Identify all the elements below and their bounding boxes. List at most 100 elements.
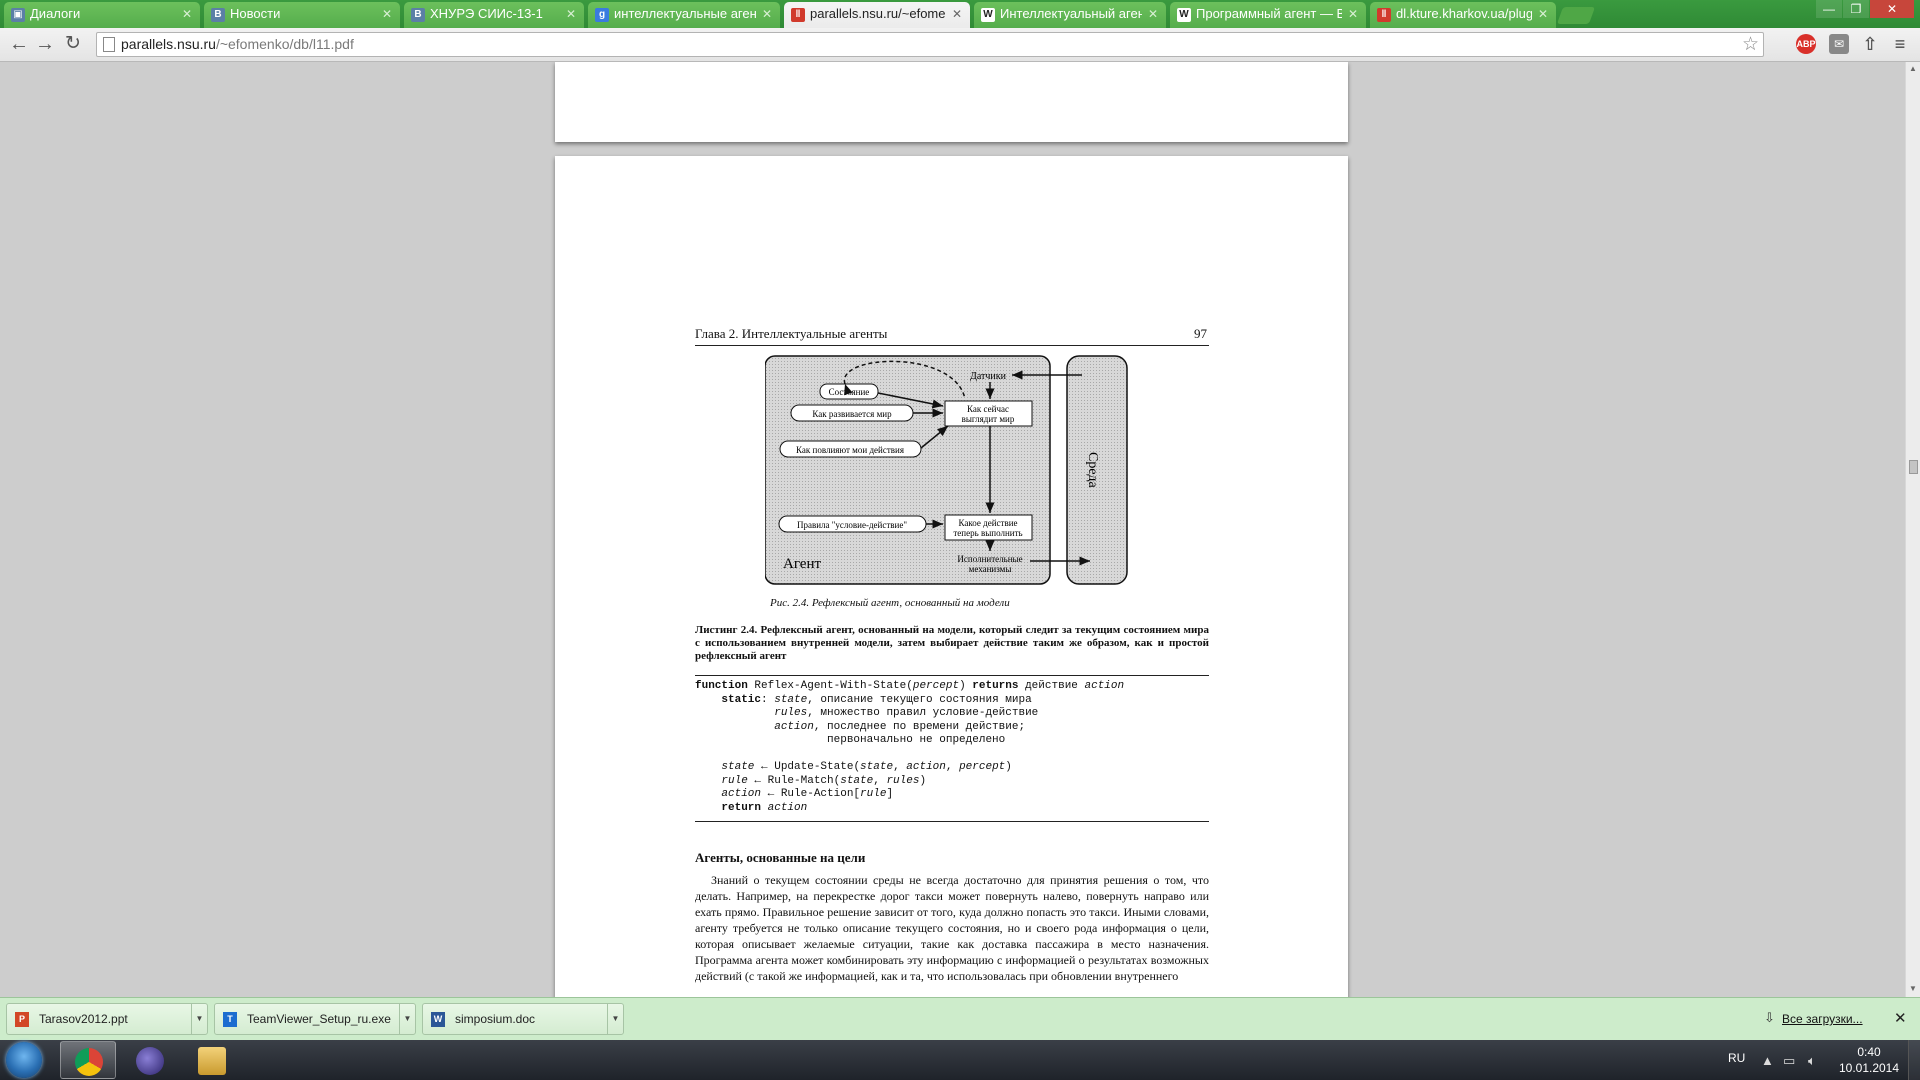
show-all-downloads-link[interactable]: Все загрузки...: [1782, 1012, 1863, 1026]
download-filename: simposium.doc: [455, 1012, 536, 1026]
forward-icon[interactable]: →: [34, 33, 56, 55]
show-desktop-button[interactable]: [1908, 1040, 1920, 1080]
page-number: 97: [1194, 326, 1207, 341]
tab-wiki-program-agent[interactable]: W Программный агент — В ✕: [1170, 2, 1366, 28]
environment-label: Среда: [1085, 452, 1100, 488]
download-filename: TeamViewer_Setup_ru.exe: [247, 1012, 391, 1026]
tab-close-icon[interactable]: ✕: [182, 2, 192, 26]
code-token: ): [919, 774, 927, 787]
back-icon[interactable]: ←: [8, 33, 30, 55]
code-line: первоначально не определено: [695, 734, 1209, 748]
vk-icon: ▣: [11, 8, 25, 22]
code-token: ,: [893, 761, 907, 773]
scroll-down-icon[interactable]: ▼: [1909, 984, 1917, 993]
adblock-icon[interactable]: ABP: [1796, 34, 1816, 54]
code-token: state: [721, 761, 755, 773]
scroll-up-icon[interactable]: ▲: [1909, 64, 1917, 73]
code-body: function Reflex-Agent-With-State(percept…: [695, 680, 1209, 815]
upload-extension-icon[interactable]: ⇧: [1860, 34, 1880, 54]
tab-close-icon[interactable]: ✕: [566, 2, 576, 26]
listing-title: Листинг 2.4. Рефлексный агент, основанны…: [695, 624, 1209, 662]
tab-close-icon[interactable]: ✕: [382, 2, 392, 26]
tab-wiki-agent[interactable]: W Интеллектуальный агент ✕: [974, 2, 1166, 28]
tab-close-icon[interactable]: ✕: [952, 2, 962, 26]
body-paragraph: Знаний о текущем состоянии среды не всег…: [695, 873, 1209, 983]
code-token: percept: [912, 680, 960, 692]
mail-checker-icon[interactable]: ✉: [1829, 34, 1849, 54]
actuators-label-2: механизмы: [969, 564, 1012, 574]
code-token: ← Rule-Action[: [761, 788, 861, 800]
chevron-down-icon[interactable]: ▼: [191, 1004, 207, 1034]
volume-icon[interactable]: 🔈︎: [1808, 1053, 1816, 1069]
code-token: static: [721, 693, 762, 706]
tab-news[interactable]: B Новости ✕: [204, 2, 400, 28]
chevron-down-icon[interactable]: ▼: [399, 1004, 415, 1034]
address-bar[interactable]: parallels.nsu.ru/~efomenko/db/l11.pdf ☆: [96, 32, 1764, 57]
tab-close-icon[interactable]: ✕: [1538, 2, 1548, 26]
code-token: return: [721, 801, 762, 814]
close-window-icon[interactable]: ✕: [1870, 0, 1914, 18]
world-evolves-label: Как развивается мир: [812, 409, 892, 419]
menu-icon[interactable]: ≡: [1890, 34, 1910, 54]
code-token: ,: [945, 761, 960, 773]
tab-close-icon[interactable]: ✕: [1148, 2, 1158, 26]
maximize-icon[interactable]: ❐: [1843, 0, 1869, 18]
minimize-icon[interactable]: —: [1816, 0, 1842, 18]
code-token: state: [774, 693, 808, 706]
language-indicator[interactable]: RU: [1728, 1051, 1745, 1065]
new-tab-button[interactable]: [1556, 7, 1596, 24]
tab-close-icon[interactable]: ✕: [1348, 2, 1358, 26]
browser-toolbar: ← → ↻ parallels.nsu.ru/~efomenko/db/l11.…: [0, 28, 1920, 62]
section-title: Агенты, основанные на цели: [695, 850, 866, 865]
window-controls: — ❐ ✕: [1815, 0, 1914, 20]
start-button[interactable]: [6, 1042, 42, 1078]
code-listing: function Reflex-Agent-With-State(percept…: [695, 675, 1209, 822]
doc-icon: W: [431, 1012, 445, 1027]
state-label: Состояние: [829, 387, 870, 397]
chevron-down-icon[interactable]: ▼: [607, 1004, 623, 1034]
code-token: rule: [721, 774, 748, 787]
tab-close-icon[interactable]: ✕: [762, 2, 772, 26]
wikipedia-icon: W: [1177, 8, 1191, 22]
vertical-scrollbar[interactable]: ▲ ▼: [1905, 62, 1920, 997]
bookmark-star-icon[interactable]: ☆: [1742, 33, 1759, 56]
url-host: parallels.nsu.ru: [121, 36, 216, 52]
clock[interactable]: 0:40 10.01.2014: [1836, 1044, 1902, 1076]
download-item[interactable]: W simposium.doc ▼: [422, 1003, 624, 1035]
clock-time: 0:40: [1857, 1045, 1881, 1059]
pdf-viewer[interactable]: Глава 2. Интеллектуальные агенты 97 Сред…: [0, 62, 1905, 997]
network-icon[interactable]: ▭: [1783, 1053, 1795, 1069]
code-token: rules: [774, 707, 808, 719]
chapter-title: Глава 2. Интеллектуальные агенты: [695, 326, 888, 341]
code-token: Reflex-Agent-With-State(: [747, 680, 913, 692]
reload-icon[interactable]: ↻: [62, 33, 84, 55]
page-icon: [103, 37, 115, 52]
agent-box: [764, 355, 1051, 585]
tab-google-search[interactable]: g интеллектуальные агент ✕: [588, 2, 780, 28]
code-line: state ← Update-State(state, action, perc…: [695, 761, 1209, 775]
taskbar-eclipse[interactable]: [122, 1041, 178, 1079]
code-token: state: [840, 774, 874, 787]
tab-khnure[interactable]: B ХНУРЭ СИИс-13-1 ✕: [404, 2, 584, 28]
code-token: ← Rule-Match(: [747, 774, 841, 787]
taskbar-chrome[interactable]: [60, 1041, 116, 1079]
agent-diagram: Среда Агент Датчики Состояние Как развив…: [764, 354, 1145, 601]
my-actions-label: Как повлияют мои действия: [796, 445, 904, 455]
code-line: rule ← Rule-Match(state, rules): [695, 775, 1209, 789]
pdf-icon: ‖: [791, 8, 805, 22]
taskbar-explorer[interactable]: [184, 1041, 240, 1079]
tab-pdf-active[interactable]: ‖ parallels.nsu.ru/~efomenk ✕: [784, 2, 970, 28]
tray-expand-icon[interactable]: ▲: [1761, 1053, 1774, 1068]
ppt-icon: P: [15, 1012, 29, 1027]
download-item[interactable]: T TeamViewer_Setup_ru.exe ▼: [214, 1003, 416, 1035]
url-text: parallels.nsu.ru/~efomenko/db/l11.pdf: [121, 36, 354, 52]
scrollbar-thumb[interactable]: [1909, 460, 1918, 474]
world-now-label-1: Как сейчас: [967, 404, 1009, 414]
tab-kture-pdf[interactable]: ‖ dl.kture.kharkov.ua/plugi ✕: [1370, 2, 1556, 28]
download-item[interactable]: P Tarasov2012.ppt ▼: [6, 1003, 208, 1035]
tab-strip: ▣ Диалоги ✕ B Новости ✕ B ХНУРЭ СИИс-13-…: [0, 0, 1920, 28]
close-icon[interactable]: ✕: [1894, 1009, 1907, 1027]
code-token: rule: [860, 788, 887, 800]
tab-dialogs[interactable]: ▣ Диалоги ✕: [4, 2, 200, 28]
